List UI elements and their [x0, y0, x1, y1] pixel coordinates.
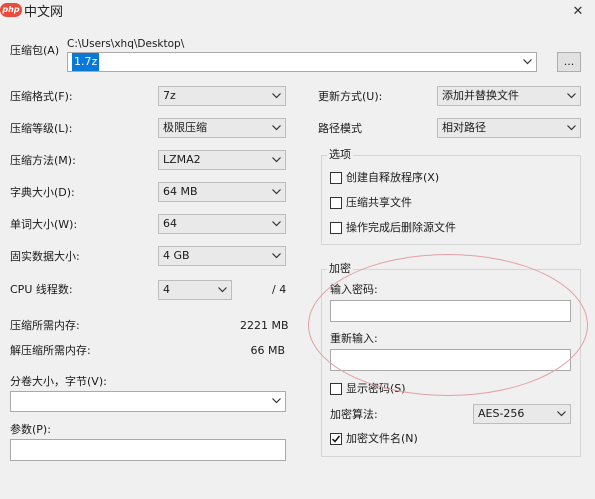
level-label: 压缩等级(L): — [10, 122, 73, 135]
php-logo-icon: php — [0, 3, 22, 17]
params-label: 参数(P): — [10, 423, 51, 436]
word-size-select[interactable]: 64 — [158, 214, 286, 234]
close-icon: ✕ — [572, 4, 584, 19]
solid-size-select[interactable]: 4 GB — [158, 246, 286, 266]
encrypt-names-checkbox[interactable] — [330, 433, 342, 445]
shared-files-checkbox[interactable] — [330, 197, 342, 209]
cpu-total: / 4 — [272, 283, 287, 296]
encryption-method-select[interactable]: AES-256 — [473, 404, 571, 424]
dict-size-label: 字典大小(D): — [10, 186, 75, 199]
format-select[interactable]: 7z — [158, 86, 286, 106]
format-label: 压缩格式(F): — [10, 90, 73, 103]
word-size-value: 64 — [163, 217, 177, 230]
dict-size-select[interactable]: 64 MB — [158, 182, 286, 202]
reenter-label: 重新输入: — [330, 332, 378, 345]
archive-path: C:\Users\xhq\Desktop\ — [67, 38, 185, 50]
password-input[interactable] — [330, 300, 571, 322]
encrypt-names-label: 加密文件名(N) — [346, 432, 418, 445]
encryption-method-label: 加密算法: — [330, 408, 378, 421]
chevron-down-icon[interactable] — [215, 281, 229, 299]
method-select[interactable]: LZMA2 — [158, 150, 286, 170]
path-mode-value: 相对路径 — [442, 121, 486, 134]
close-button[interactable]: ✕ — [566, 2, 590, 22]
chevron-down-icon[interactable] — [520, 53, 534, 71]
chevron-down-icon[interactable] — [269, 183, 283, 201]
level-value: 极限压缩 — [163, 121, 207, 134]
chevron-down-icon[interactable] — [269, 151, 283, 169]
cpu-threads-value: 4 — [163, 283, 170, 296]
sfx-checkbox[interactable] — [330, 172, 342, 184]
checkmark-icon — [331, 435, 341, 443]
chevron-down-icon[interactable] — [564, 87, 578, 105]
level-select[interactable]: 极限压缩 — [158, 118, 286, 138]
delete-after-label: 操作完成后删除源文件 — [346, 221, 456, 234]
dict-size-value: 64 MB — [163, 185, 198, 198]
word-size-label: 单词大小(W): — [10, 218, 78, 231]
cpu-label: CPU 线程数: — [10, 283, 73, 296]
password-label: 输入密码: — [330, 283, 378, 296]
browse-button[interactable]: ... — [557, 52, 581, 72]
method-value: LZMA2 — [163, 153, 201, 166]
params-input[interactable] — [10, 439, 286, 461]
watermark-text: 中文网 — [24, 4, 64, 20]
chevron-down-icon[interactable] — [269, 392, 283, 410]
delete-after-checkbox[interactable] — [330, 222, 342, 234]
chevron-down-icon[interactable] — [269, 87, 283, 105]
chevron-down-icon[interactable] — [269, 247, 283, 265]
format-value: 7z — [163, 89, 176, 102]
decompress-memory-label: 解压缩所需内存: — [10, 344, 91, 357]
method-label: 压缩方法(M): — [10, 154, 76, 167]
archive-name-combo[interactable]: 1.7z — [67, 52, 537, 72]
options-title: 选项 — [327, 148, 353, 162]
update-mode-value: 添加并替换文件 — [442, 89, 519, 102]
sfx-label: 创建自释放程序(X) — [346, 171, 440, 184]
chevron-down-icon[interactable] — [269, 119, 283, 137]
update-mode-select[interactable]: 添加并替换文件 — [437, 86, 581, 106]
update-mode-label: 更新方式(U): — [318, 90, 383, 103]
show-password-label: 显示密码(S) — [346, 382, 406, 395]
compress-memory-label: 压缩所需内存: — [10, 319, 80, 332]
archive-label: 压缩包(A) — [10, 44, 60, 57]
chevron-down-icon[interactable] — [269, 215, 283, 233]
cpu-threads-select[interactable]: 4 — [158, 280, 232, 300]
decompress-memory-value: 66 MB — [250, 344, 285, 357]
split-size-label: 分卷大小，字节(V): — [10, 375, 107, 388]
shared-files-label: 压缩共享文件 — [346, 196, 412, 209]
path-mode-select[interactable]: 相对路径 — [437, 118, 581, 138]
archive-name-value: 1.7z — [72, 53, 100, 71]
split-size-combo[interactable] — [10, 391, 286, 412]
encryption-method-value: AES-256 — [478, 407, 525, 420]
solid-size-label: 固实数据大小: — [10, 250, 80, 263]
encryption-title: 加密 — [327, 262, 353, 276]
reenter-password-input[interactable] — [330, 349, 571, 371]
solid-size-value: 4 GB — [163, 249, 190, 262]
chevron-down-icon[interactable] — [564, 119, 578, 137]
watermark-logo: php 中文网 — [0, 0, 63, 20]
chevron-down-icon[interactable] — [554, 405, 568, 423]
path-mode-label: 路径模式 — [318, 122, 362, 135]
show-password-checkbox[interactable] — [330, 383, 342, 395]
compress-memory-value: 2221 MB — [240, 319, 289, 332]
